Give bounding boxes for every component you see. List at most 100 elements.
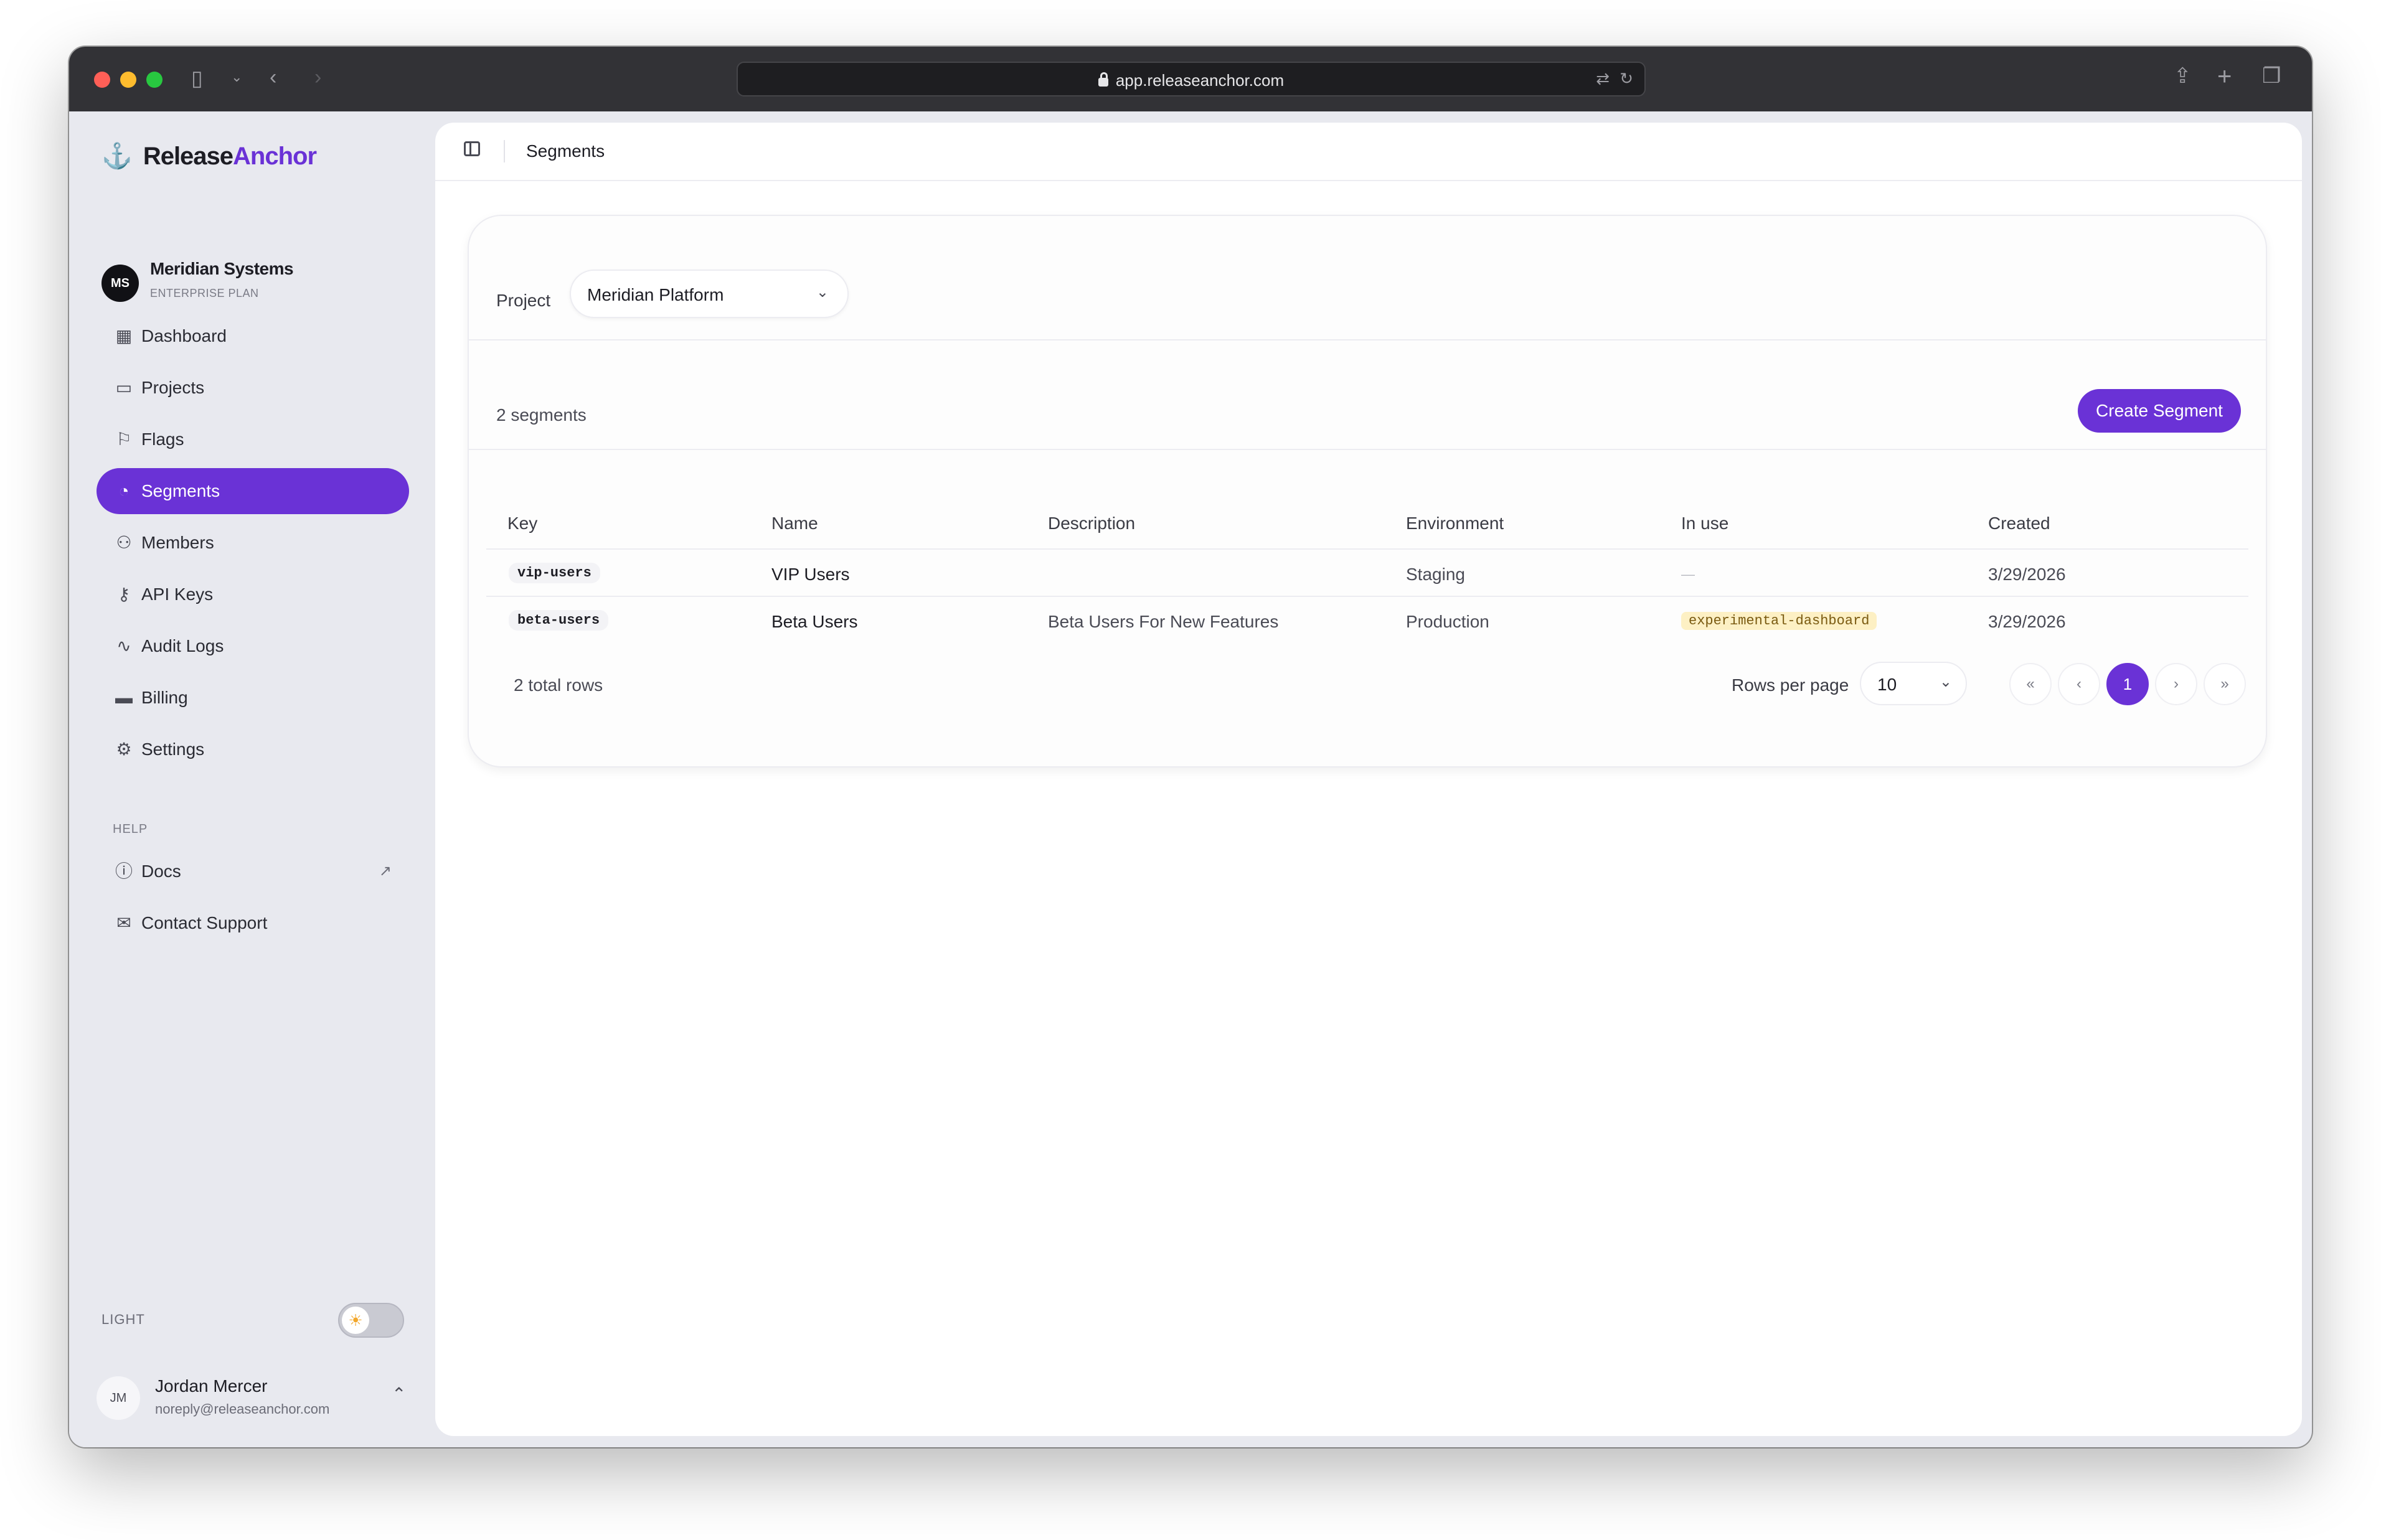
chevron-down-icon: ⌄ [816,284,829,301]
page-1-button[interactable]: 1 [2106,663,2149,705]
rows-per-page-label: Rows per page [1732,675,1849,695]
mail-icon: ✉ [116,913,131,932]
divider [469,449,2266,450]
pie-chart-icon: ◔ [118,481,130,500]
help-circle-icon: ⓘ [115,862,133,881]
close-window-button[interactable] [94,72,110,88]
sidebar-item-segments[interactable]: ◔ Segments [97,468,409,514]
column-header-name[interactable]: Name [771,514,818,533]
sidebar-item-label: Projects [141,378,205,397]
column-header-key[interactable]: Key [507,514,537,533]
share-icon[interactable]: ⇪ [2174,65,2192,87]
anchor-icon: ⚓ [101,143,133,170]
flag-icon: ⚐ [116,430,132,449]
segment-description: Beta Users For New Features [1048,612,1279,631]
rows-per-page-select[interactable]: 10 ⌄ [1860,662,1967,705]
column-header-description[interactable]: Description [1048,514,1135,533]
segment-name: VIP Users [771,565,850,584]
column-header-created[interactable]: Created [1988,514,2050,533]
sidebar-item-label: Billing [141,688,188,707]
sidebar-item-label: Audit Logs [141,636,224,655]
toggle-sidebar-icon[interactable] [464,141,480,156]
sidebar-item-label: Members [141,533,214,552]
chevron-up-icon[interactable]: ⌃ [392,1384,406,1404]
tab-overview-icon[interactable]: ❐ [2262,65,2281,87]
sidebar-item-api-keys[interactable]: ⚷ API Keys [97,571,409,617]
org-name[interactable]: Meridian Systems [150,259,294,279]
project-select[interactable]: Meridian Platform ⌄ [570,270,849,318]
gear-icon: ⚙ [116,739,132,759]
new-tab-icon[interactable]: + [2217,64,2232,89]
rows-per-page-value: 10 [1877,675,1897,694]
sidebar-item-projects[interactable]: ▭ Projects [97,365,409,411]
credit-card-icon: ▬ [115,688,133,707]
maximize-window-button[interactable] [146,72,163,88]
segment-created: 3/29/2026 [1988,612,2066,631]
sidebar-toggle-icon[interactable]: ▯ [191,68,203,89]
user-email: noreply@releaseanchor.com [155,1401,330,1417]
sidebar-item-settings[interactable]: ⚙ Settings [97,726,409,772]
url-text: app.releaseanchor.com [1115,71,1285,90]
segments-card: Project Meridian Platform ⌄ 2 segments C… [468,215,2267,768]
address-bar[interactable]: app.releaseanchor.com ⇄ ↻ [737,62,1646,96]
minimize-window-button[interactable] [120,72,136,88]
theme-toggle[interactable]: ☀ [338,1303,404,1338]
user-avatar[interactable]: JM [97,1376,140,1420]
chevron-down-icon[interactable]: ⌄ [231,70,242,84]
segment-in-use: — [1681,566,1695,582]
last-page-button[interactable]: » [2204,663,2246,705]
sidebar-item-label: Docs [141,862,181,881]
org-plan: ENTERPRISE PLAN [150,287,259,299]
lock-icon [1098,72,1108,87]
project-select-value: Meridian Platform [587,285,724,304]
total-rows: 2 total rows [514,675,603,695]
sidebar-item-members[interactable]: ⚇ Members [97,520,409,566]
first-page-button[interactable]: « [2009,663,2052,705]
segment-environment: Production [1406,612,1489,631]
page-title: Segments [526,141,605,161]
segment-key: vip-users [509,563,600,583]
users-icon: ⚇ [116,533,132,552]
header-divider [504,140,505,162]
activity-icon: ∿ [116,636,131,655]
sidebar: ⚓ ReleaseAnchor MS Meridian Systems ENTER… [69,111,435,1447]
column-header-environment[interactable]: Environment [1406,514,1504,533]
next-page-button[interactable]: › [2155,663,2197,705]
segment-key: beta-users [509,610,609,631]
user-name[interactable]: Jordan Mercer [155,1376,268,1396]
sidebar-item-label: Segments [141,481,220,500]
sidebar-item-dashboard[interactable]: ▦ Dashboard [97,313,409,359]
brand-name-part2: Anchor [233,143,317,170]
create-segment-button[interactable]: Create Segment [2078,389,2241,433]
flag-tag[interactable]: experimental-dashboard [1681,612,1877,630]
table-divider [486,548,2248,550]
main-content: Segments Project Meridian Platform ⌄ 2 s… [435,123,2302,1436]
folder-icon: ▭ [115,378,133,397]
brand-name-part1: Release [143,143,233,170]
sidebar-item-label: Flags [141,430,184,449]
chevron-down-icon: ⌄ [1939,674,1952,690]
translate-icon[interactable]: ⇄ [1596,70,1610,87]
reload-icon[interactable]: ↻ [1620,70,1633,87]
browser-window: ▯ ⌄ ‹ › app.releaseanchor.com ⇄ ↻ ⇪ + ❐ … [69,47,2312,1447]
help-section-label: HELP [113,822,148,836]
segment-count: 2 segments [496,405,587,425]
forward-icon[interactable]: › [314,67,321,88]
external-link-icon: ↗ [379,863,392,880]
table-divider [486,596,2248,597]
org-avatar[interactable]: MS [101,265,139,302]
back-icon[interactable]: ‹ [270,67,276,88]
sidebar-item-audit-logs[interactable]: ∿ Audit Logs [97,623,409,669]
sidebar-item-contact-support[interactable]: ✉ Contact Support [97,900,409,946]
column-header-in-use[interactable]: In use [1681,514,1728,533]
theme-label: LIGHT [101,1312,145,1327]
browser-titlebar: ▯ ⌄ ‹ › app.releaseanchor.com ⇄ ↻ ⇪ + ❐ [69,47,2312,111]
sidebar-item-label: Dashboard [141,326,227,345]
sidebar-item-docs[interactable]: ⓘ Docs ↗ [97,848,409,894]
prev-page-button[interactable]: ‹ [2058,663,2100,705]
sidebar-item-flags[interactable]: ⚐ Flags [97,416,409,462]
segment-created: 3/29/2026 [1988,565,2066,584]
sidebar-item-billing[interactable]: ▬ Billing [97,675,409,721]
divider [469,339,2266,340]
brand-logo[interactable]: ⚓ ReleaseAnchor [101,141,317,171]
